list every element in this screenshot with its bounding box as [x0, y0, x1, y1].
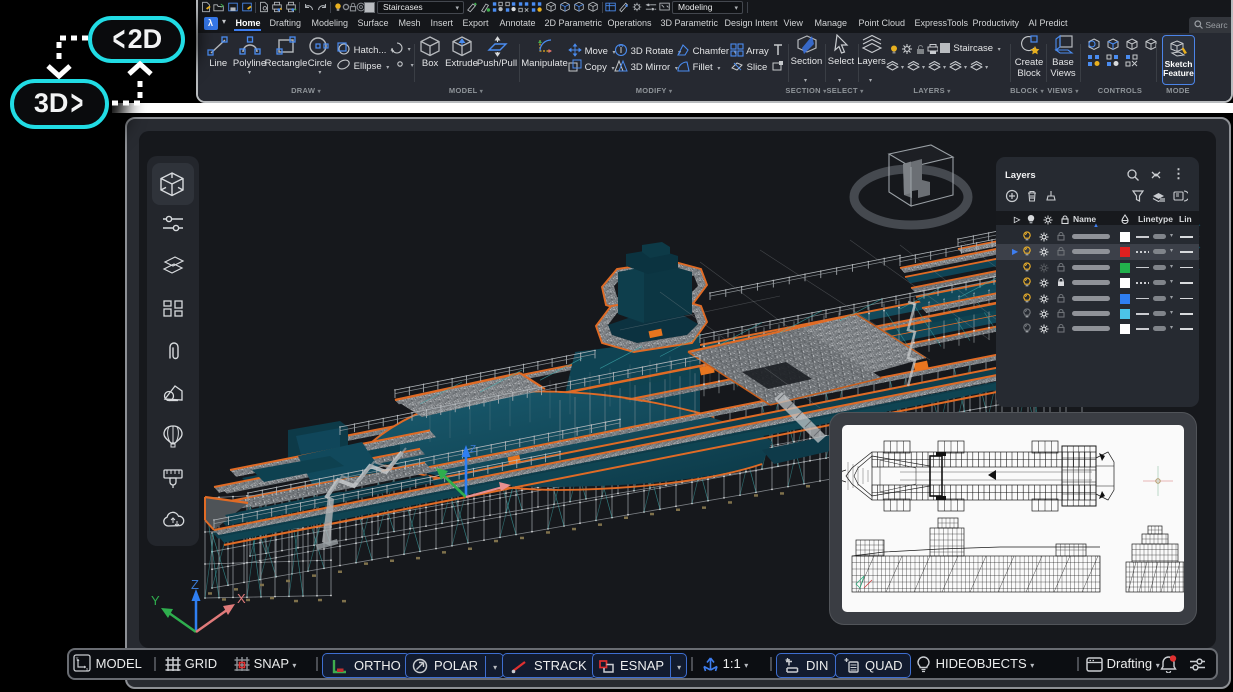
svg-text:X: X [237, 591, 246, 606]
svg-text:Z: Z [470, 444, 476, 455]
svg-text:Z: Z [191, 577, 199, 592]
svg-text:Y: Y [151, 593, 160, 608]
svg-text:Y: Y [76, 656, 79, 661]
